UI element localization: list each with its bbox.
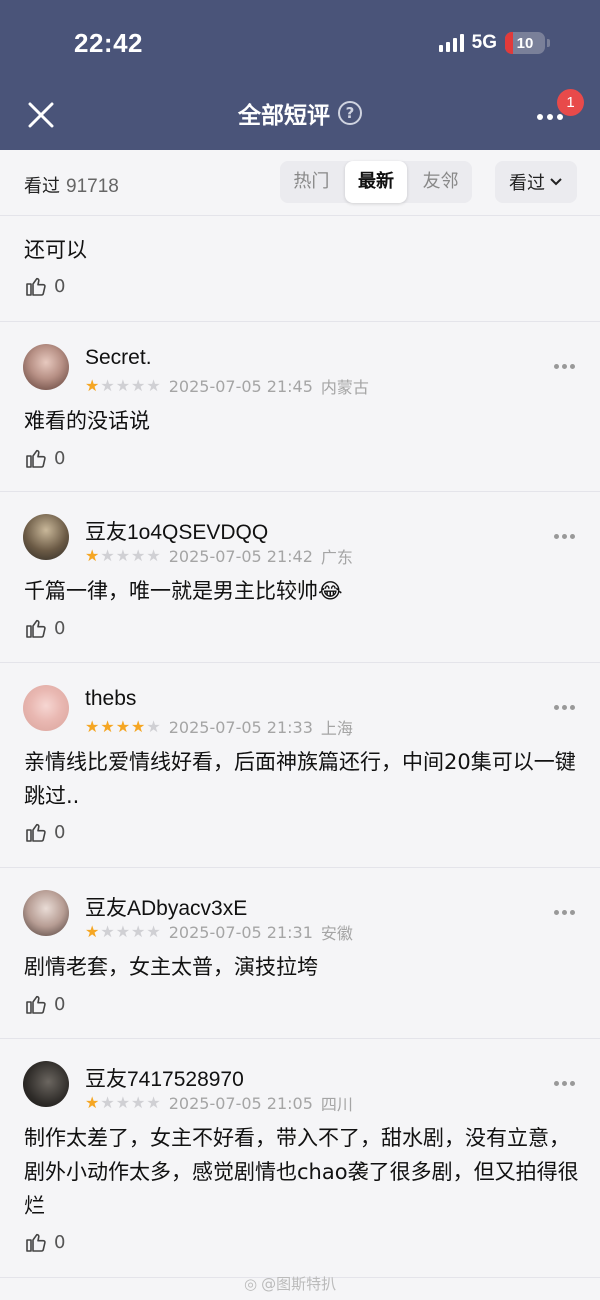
review-meta: ★ ★ ★ ★ ★ 2025-07-05 21:42 广东 — [85, 544, 353, 568]
sort-segmented-control: 热门 最新 友邻 — [280, 161, 472, 203]
review-content: 亲情线比爱情线好看，后面神族篇还行，中间20集可以一键跳过.. — [24, 750, 576, 808]
rating-stars: ★ ★ ★ ★ ★ — [85, 717, 161, 736]
notification-badge: 1 — [557, 89, 584, 116]
weibo-logo-icon: ◎ — [244, 1274, 258, 1293]
review-content: 剧情老套，女主太普，演技拉垮 — [24, 955, 318, 979]
review-item: 豆友7417528970 ★ ★ ★ ★ ★ 2025-07-05 21:05 四川 制… — [0, 1039, 600, 1278]
thumb-up-icon — [26, 1233, 46, 1252]
like-button[interactable]: 0 — [24, 274, 65, 298]
review-content: 难看的没话说 — [24, 409, 150, 433]
rating-stars: ★ ★ ★ ★ ★ — [85, 1093, 161, 1112]
review-more-icon[interactable] — [554, 910, 575, 915]
dropdown-label: 看过 — [509, 173, 545, 194]
like-button[interactable]: 0 — [24, 616, 65, 640]
review-more-icon[interactable] — [554, 1081, 575, 1086]
watermark-text: @图斯特扒 — [261, 1275, 337, 1293]
like-button[interactable]: 0 — [24, 446, 65, 470]
review-time: 2025-07-05 21:42 — [168, 546, 313, 566]
like-count: 0 — [54, 1231, 66, 1253]
watermark: ◎ @图斯特扒 — [244, 1273, 336, 1294]
avatar[interactable] — [23, 514, 69, 560]
like-button[interactable]: 0 — [24, 820, 65, 844]
review-meta: ★ ★ ★ ★ ★ 2025-07-05 21:33 上海 — [85, 715, 353, 739]
review-time: 2025-07-05 21:31 — [168, 922, 313, 942]
like-count: 0 — [54, 993, 66, 1015]
rating-stars: ★ ★ ★ ★ ★ — [85, 376, 161, 395]
seen-filter-dropdown[interactable]: 看过 — [495, 161, 577, 203]
thumb-up-icon — [26, 277, 46, 296]
battery-level: 10 — [516, 34, 534, 52]
review-item: 豆友1o4QSEVDQQ ★ ★ ★ ★ ★ 2025-07-05 21:42 广东 千… — [0, 492, 600, 663]
review-more-icon[interactable] — [554, 705, 575, 710]
seen-count: 91718 — [66, 176, 119, 197]
page-title: 全部短评 — [238, 103, 330, 129]
review-meta: ★ ★ ★ ★ ★ 2025-07-05 21:31 安徽 — [85, 920, 353, 944]
network-label: 5G — [471, 32, 497, 53]
like-button[interactable]: 0 — [24, 1230, 65, 1254]
top-header: 22:42 5G 10 全部短评 ? 1 — [0, 0, 600, 150]
like-count: 0 — [54, 617, 66, 639]
tab-latest[interactable]: 最新 — [344, 161, 408, 203]
thumb-up-icon — [26, 449, 46, 468]
review-content: 千篇一律，唯一就是男主比较帅😂 — [24, 579, 343, 603]
review-meta: ★ ★ ★ ★ ★ 2025-07-05 21:05 四川 — [85, 1091, 353, 1115]
filter-bar: 看过 91718 热门 最新 友邻 看过 — [0, 150, 600, 216]
username[interactable]: thebs — [85, 687, 136, 711]
like-button[interactable]: 0 — [24, 992, 65, 1016]
review-time: 2025-07-05 21:33 — [168, 717, 313, 737]
like-count: 0 — [54, 275, 66, 297]
review-meta: ★ ★ ★ ★ ★ 2025-07-05 21:45 内蒙古 — [85, 374, 369, 398]
review-more-icon[interactable] — [554, 534, 575, 539]
battery-tip — [547, 39, 550, 47]
avatar[interactable] — [23, 890, 69, 936]
review-time: 2025-07-05 21:05 — [168, 1093, 313, 1113]
battery-icon: 10 — [505, 32, 545, 54]
rating-stars: ★ ★ ★ ★ ★ — [85, 546, 161, 565]
review-item: thebs ★ ★ ★ ★ ★ 2025-07-05 21:33 上海 亲情线比爱情线好… — [0, 663, 600, 868]
like-count: 0 — [54, 821, 66, 843]
tab-friends[interactable]: 友邻 — [409, 161, 472, 203]
status-time: 22:42 — [74, 28, 143, 58]
help-icon[interactable]: ? — [338, 101, 362, 125]
review-item-partial: 还可以 0 — [0, 216, 600, 322]
thumb-up-icon — [26, 995, 46, 1014]
review-location: 内蒙古 — [320, 378, 369, 397]
username[interactable]: 豆友ADbyacv3xE — [85, 892, 247, 922]
rating-stars: ★ ★ ★ ★ ★ — [85, 922, 161, 941]
more-menu-icon[interactable] — [537, 114, 563, 120]
review-location: 四川 — [320, 1095, 353, 1114]
seen-label-text: 看过 — [24, 176, 60, 197]
username[interactable]: Secret. — [85, 346, 152, 370]
status-indicators: 5G 10 — [438, 32, 550, 54]
signal-icon — [438, 34, 464, 52]
review-location: 广东 — [320, 548, 353, 567]
thumb-up-icon — [26, 823, 46, 842]
username[interactable]: 豆友1o4QSEVDQQ — [85, 516, 268, 546]
review-time: 2025-07-05 21:45 — [168, 376, 313, 396]
review-item: 豆友ADbyacv3xE ★ ★ ★ ★ ★ 2025-07-05 21:31 安徽 剧… — [0, 868, 600, 1039]
review-content: 制作太差了，女主不好看，带入不了，甜水剧，没有立意，剧外小动作太多，感觉剧情也c… — [24, 1126, 579, 1218]
review-location: 上海 — [320, 719, 353, 738]
review-more-icon[interactable] — [554, 364, 575, 369]
review-content: 还可以 — [24, 238, 87, 262]
username[interactable]: 豆友7417528970 — [85, 1063, 244, 1093]
avatar[interactable] — [23, 1061, 69, 1107]
tab-hot[interactable]: 热门 — [280, 161, 343, 203]
avatar[interactable] — [23, 685, 69, 731]
like-count: 0 — [54, 447, 66, 469]
thumb-up-icon — [26, 619, 46, 638]
review-item: Secret. ★ ★ ★ ★ ★ 2025-07-05 21:45 内蒙古 难看的没话… — [0, 322, 600, 492]
chevron-down-icon — [550, 178, 562, 186]
nav-title-group: 全部短评 ? — [0, 96, 600, 130]
seen-count-label: 看过 91718 — [24, 172, 119, 198]
avatar[interactable] — [23, 344, 69, 390]
review-location: 安徽 — [320, 924, 353, 943]
